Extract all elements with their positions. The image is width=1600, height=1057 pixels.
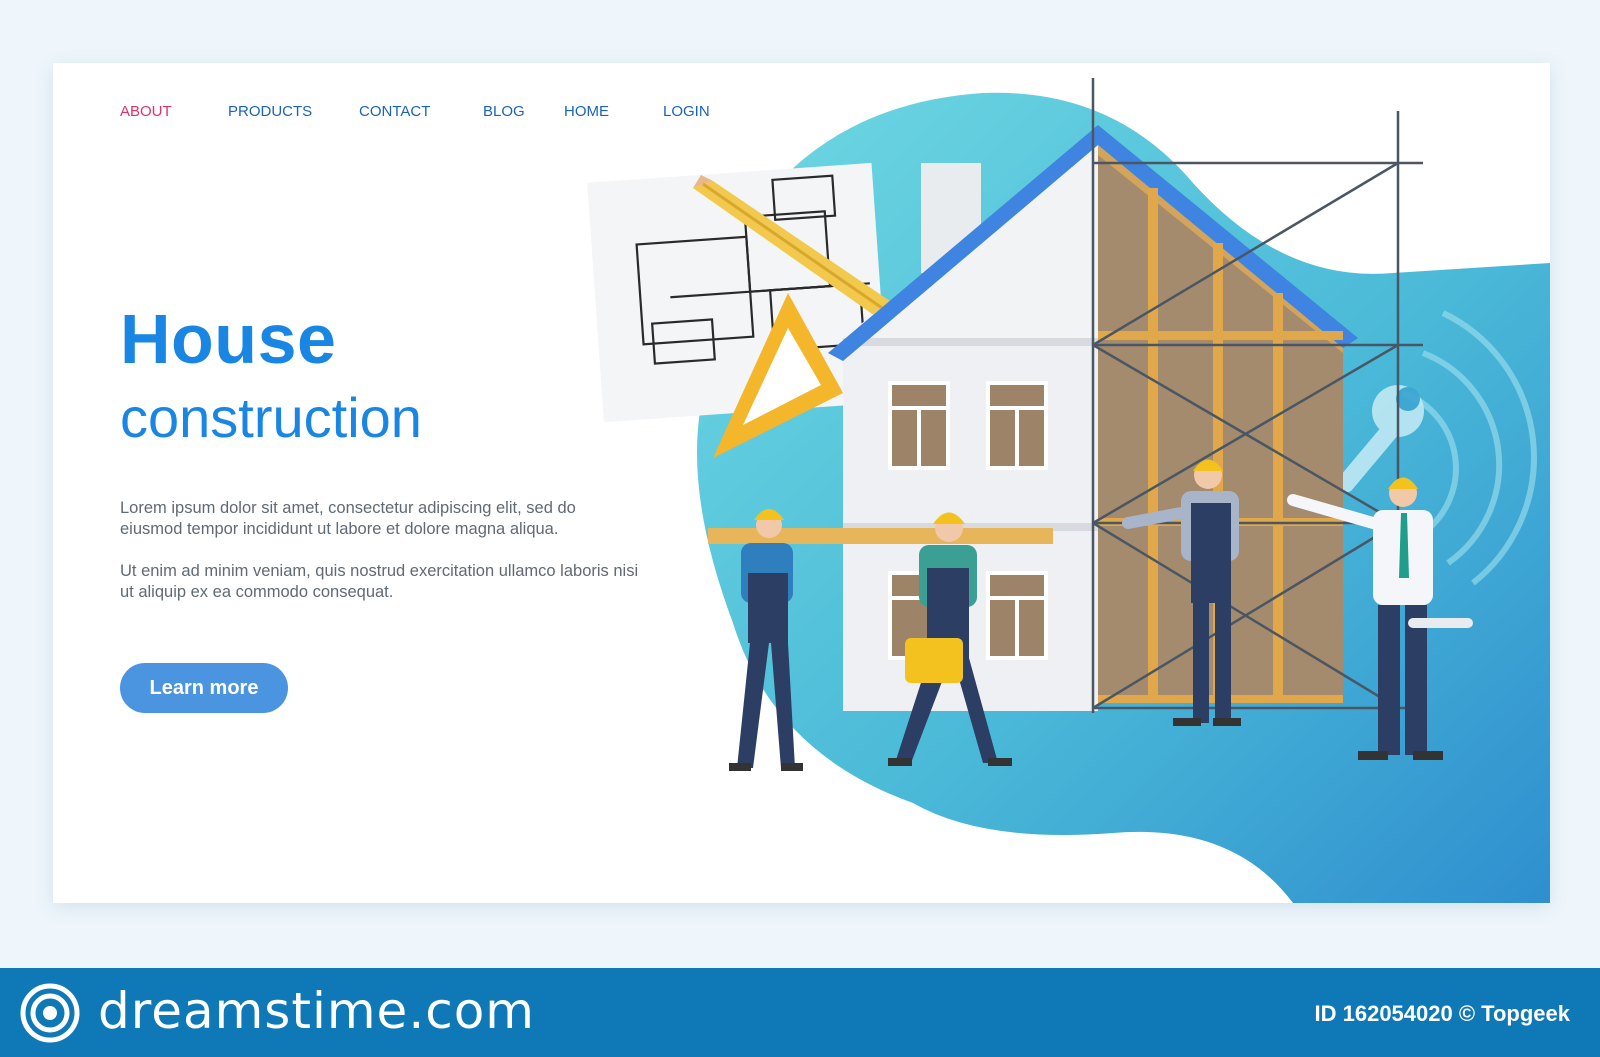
dreamstime-logo-icon: [20, 983, 80, 1043]
nav-login[interactable]: LOGIN: [663, 103, 710, 120]
nav-products[interactable]: PRODUCTS: [228, 103, 312, 120]
footer-image-id: ID 162054020 © Topgeek: [1314, 1001, 1571, 1026]
hero-paragraph-2: Ut enim ad minim veniam, quis nostrud ex…: [120, 562, 639, 601]
hero-title-line1: House: [120, 300, 337, 378]
hero-paragraph-1: Lorem ipsum dolor sit amet, consectetur …: [120, 499, 576, 538]
nav-home[interactable]: HOME: [564, 103, 609, 120]
nav-about[interactable]: ABOUT: [120, 103, 172, 120]
footer-brand: dreamstime.com: [98, 982, 535, 1040]
hero-title-line2: construction: [120, 386, 422, 449]
landing-card: ABOUT PRODUCTS CONTACT BLOG HOME LOGIN H…: [53, 63, 1550, 903]
top-nav: ABOUT PRODUCTS CONTACT BLOG HOME LOGIN: [53, 103, 753, 127]
watermark-footer: dreamstime.com ID 162054020 © Topgeek: [0, 968, 1600, 1057]
nav-blog[interactable]: BLOG: [483, 103, 525, 120]
nav-contact[interactable]: CONTACT: [359, 103, 430, 120]
house-construction-illustration: [587, 78, 1550, 903]
learn-more-button[interactable]: Learn more: [120, 663, 288, 713]
